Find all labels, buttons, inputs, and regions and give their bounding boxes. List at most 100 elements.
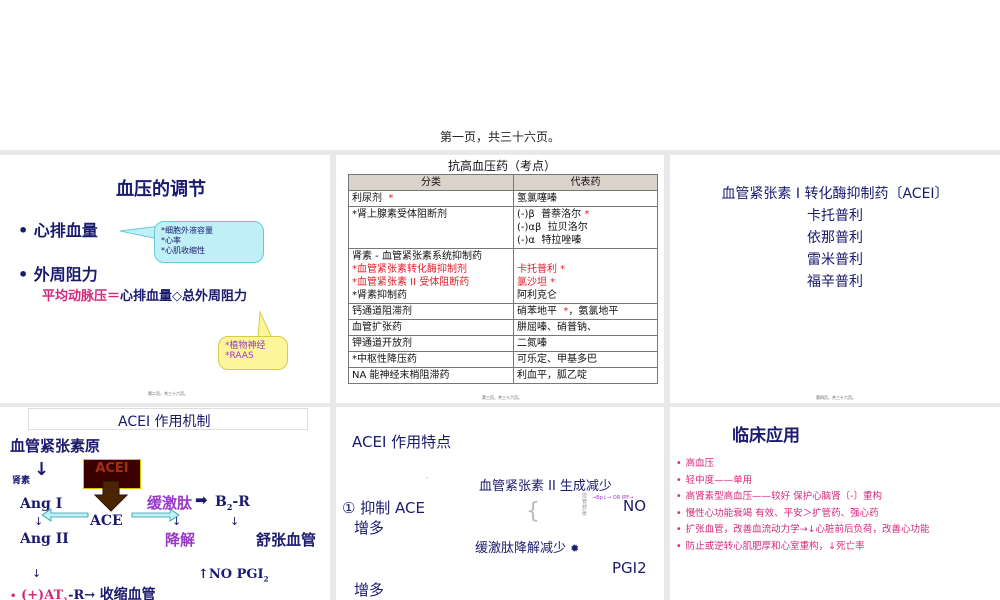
clinical-item-text: 轻中度——单用: [685, 474, 753, 486]
cell-text: 卡托普利 * 氯沙坦 *: [517, 264, 566, 288]
bradykinin-decrease-text: 缓激肽降解减少: [475, 541, 567, 556]
label-ace: ACE: [90, 513, 123, 529]
arrow-down-icon: ↓: [172, 515, 182, 528]
label-vasodilate: 舒张血管: [256, 531, 317, 549]
cell-class: NA 能神经末梢阻滞药: [348, 367, 514, 384]
slide-bp-regulation[interactable]: 血压的调节 • 心排血量 • 外周阻力 平均动脉压＝心排血量◇总外周阻力 *细胞…: [0, 155, 330, 403]
slide-title: 血管紧张素 I 转化酶抑制药〔ACEI〕: [721, 186, 949, 202]
page-caption: 第一页，共三十六页。: [439, 130, 560, 144]
cell-class: *中枢性降压药: [348, 351, 514, 368]
b2r-main: B: [215, 494, 227, 510]
label-renin: 肾素: [12, 476, 31, 486]
bullet-icon: •: [676, 474, 682, 486]
cell-text: 血管扩张药: [352, 322, 402, 333]
acei-drug-item: 雷米普利: [807, 252, 863, 268]
clinical-item-text: 慢性心功能衰竭 有效、平安＞扩管药、强心药: [685, 507, 879, 519]
no-pgi-main: ↑NO PGI: [198, 567, 264, 582]
table-row: 血管扩张药 肼屈嗪、硝普钠、: [348, 319, 658, 336]
label-increase: 增多: [354, 581, 385, 599]
label-bradykinin: 缓激肽: [147, 494, 193, 512]
slide-footer: 第二页，共三十六页。: [148, 391, 188, 396]
bullet-icon: •: [676, 491, 682, 502]
bullet-icon: •: [676, 458, 682, 469]
cell-drug: 肼屈嗪、硝普钠、: [513, 319, 658, 336]
cell-text: *: [388, 193, 394, 204]
slide-clinical-application[interactable]: 临床应用 • 高血压 • 轻中度——单用 • 高肾素型高血压——较好 保护心脑肾〔-〕重构…: [670, 407, 1000, 600]
label-degrade: 降解: [165, 531, 196, 549]
label-at1-receptor: • (+)AT1-R→ 收缩血管: [10, 584, 156, 600]
acei-drug-item: 依那普利: [807, 230, 863, 246]
label-vasoconstrict: 收缩血管: [99, 587, 156, 600]
cell-class: 钾通道开放剂: [348, 335, 514, 352]
table-row: 利尿剂 * 氢氯噻嗪: [348, 190, 658, 207]
at-r-main: (+)AT: [20, 588, 64, 600]
slide-title: 血压的调节: [116, 179, 206, 200]
acei-drug-item: 卡托普利: [807, 208, 863, 224]
cell-text: *: [584, 209, 590, 220]
slide-title: 临床应用: [732, 426, 800, 446]
cell-text: 氢氯噻嗪: [517, 193, 557, 204]
slide-title: ACEI 作用机制: [118, 414, 211, 430]
cell-class: 血管扩张药: [348, 319, 514, 336]
clinical-item: • 高肾素型高血压——较好 保护心脑肾〔-〕重构: [676, 488, 882, 502]
cell-drug: 可乐定、甲基多巴: [513, 351, 658, 368]
acei-box-label: ACEI: [95, 461, 129, 476]
clinical-item-text: 高血压: [685, 458, 715, 469]
cell-text: 硝苯地平: [517, 306, 564, 317]
arrow-down-icon: ↓: [34, 459, 50, 480]
previous-page-area: 第一页，共三十六页。: [0, 0, 1000, 150]
slide-acei-characteristics[interactable]: ACEI 作用特点 · ① 抑制 ACE 增多 血管紧张素 II 生成减少 血管…: [336, 407, 664, 600]
label-no-pgi2: ↑NO PGI2: [198, 567, 268, 584]
slide-antihypertensive-drugs[interactable]: 抗高血压药（考点） 分类 代表药 利尿剂 * 氢氯噻嗪 *肾上腺素受体阻断剂 (-)β…: [336, 155, 664, 403]
at-r-tail: -R→: [68, 588, 96, 600]
callout-line: *RAAS: [225, 351, 254, 361]
arrow-down-icon: ↓: [32, 567, 42, 580]
callout-line: *植物神经: [225, 341, 266, 351]
table-row: *中枢性降压药 可乐定、甲基多巴: [348, 351, 658, 368]
cell-text: 肾素 - 血管紧张素系统抑制药: [352, 251, 482, 262]
formula: 平均动脉压＝心排血量◇总外周阻力: [42, 285, 247, 304]
callout-line: *心肌收缩性: [161, 246, 205, 255]
cell-text: 肼屈嗪、硝普钠、: [517, 322, 597, 333]
label-ang2: Ang II: [20, 531, 69, 547]
clinical-item-text: 高肾素型高血压——较好 保护心脑肾〔-〕重构: [685, 491, 883, 502]
label-bradykinin-decrease: 缓激肽降解减少 ✹: [475, 537, 579, 556]
table-row: 钙通道阻滞剂 硝苯地平 *，氨氯地平: [348, 303, 658, 320]
cell-class: 利尿剂 *: [348, 190, 514, 207]
no-pgi-sub: 2: [263, 574, 269, 584]
table-header-row: 分类 代表药: [348, 174, 658, 191]
cell-text: 二氮嗪: [517, 338, 547, 349]
dot-mark: ·: [426, 475, 428, 482]
slide-acei-mechanism[interactable]: ACEI 作用机制 血管紧张素原 肾素 ↓ ACEI Ang I ↓ Ang I…: [0, 407, 330, 600]
table-row: 肾素 - 血管紧张素系统抑制药 *血管紧张素转化酶抑制剂 *血管紧张素 II 受…: [348, 248, 658, 304]
cell-text: ，氨氯地平: [568, 306, 619, 317]
clinical-item: • 慢性心功能衰竭 有效、平安＞扩管药、强心药: [676, 505, 879, 519]
acei-drug-item: 福辛普利: [807, 274, 863, 290]
slide-acei-list[interactable]: 血管紧张素 I 转化酶抑制药〔ACEI〕 卡托普利 依那普利 雷米普利 福辛普利 第四…: [670, 155, 1000, 403]
cell-text: 利血平，胍乙啶: [517, 370, 587, 381]
cell-text: NA 能神经末梢阻滞药: [352, 370, 450, 381]
star-icon: ✹: [570, 542, 580, 555]
arrow-down-icon: ↓: [230, 515, 240, 528]
cell-drug: 二氮嗪: [513, 335, 658, 352]
block-arrow-icon: [94, 481, 128, 512]
cell-drug: 氢氯噻嗪: [513, 190, 658, 207]
bullet-icon: •: [676, 540, 682, 552]
callout-line: *心率: [161, 236, 181, 245]
clinical-item: • 防止或逆转心肌肥厚和心室重构，↓死亡率: [676, 538, 865, 552]
arrow-right-icon: ➡: [195, 491, 208, 509]
cell-text: 可乐定、甲基多巴: [517, 354, 597, 365]
cell-class: 肾素 - 血管紧张素系统抑制药 *血管紧张素转化酶抑制剂 *血管紧张素 II 受…: [348, 248, 514, 304]
b2r-tail: -R: [232, 494, 250, 510]
cell-drug: 卡托普利 * 氯沙坦 * 阿利克仑: [513, 248, 658, 304]
cell-class: *肾上腺素受体阻断剂: [348, 206, 514, 249]
cell-text: *肾素抑制药: [352, 290, 407, 301]
cell-text: (-)αβ 拉贝洛尔 (-)α 特拉唑嗪: [517, 222, 588, 246]
formula-lhs: 平均动脉压＝: [42, 289, 121, 304]
bullet-cardiac-output: • 心排血量: [18, 221, 98, 240]
header-drug: 代表药: [513, 174, 658, 191]
cell-text: (-)β 普萘洛尔: [517, 209, 585, 220]
cell-class: 钙通道阻滞剂: [348, 303, 514, 320]
bullet-peripheral-resistance: • 外周阻力: [18, 265, 98, 284]
cell-text: *肾上腺素受体阻断剂: [352, 209, 447, 220]
